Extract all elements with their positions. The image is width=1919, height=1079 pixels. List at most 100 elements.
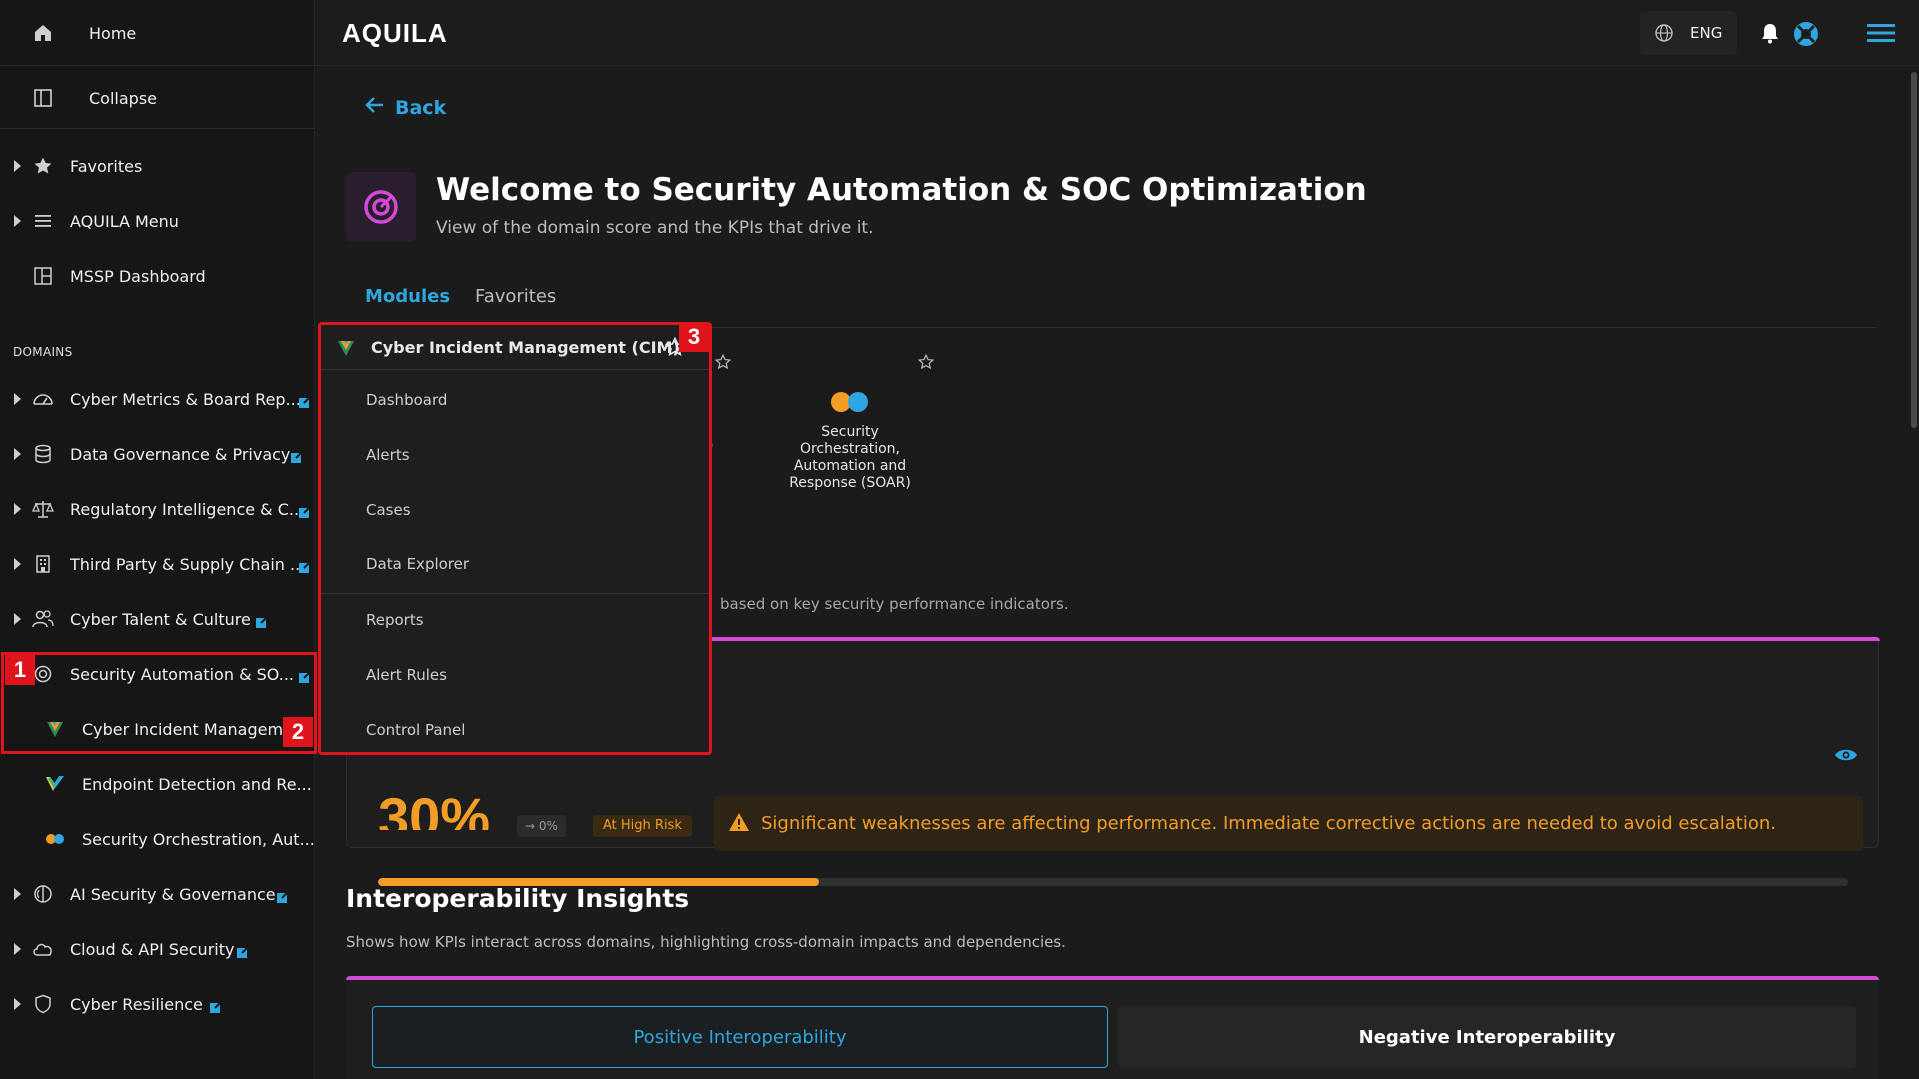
back-button[interactable]: Back: [365, 96, 446, 119]
shield-icon: [32, 993, 54, 1015]
database-icon: [32, 443, 54, 465]
support-icon[interactable]: [1793, 21, 1819, 51]
chevron-right-icon: [14, 160, 21, 172]
sidebar-item-aquila-menu[interactable]: AQUILA Menu: [0, 201, 315, 241]
negative-interoperability-tab[interactable]: Negative Interoperability: [1118, 1006, 1856, 1068]
page-subtitle: View of the domain score and the KPIs th…: [436, 218, 874, 238]
sidebar-item-label: Cloud & API Security: [70, 939, 235, 959]
flyout-item-alert-rules[interactable]: Alert Rules: [366, 666, 447, 684]
highlight-box: [1, 652, 317, 754]
external-link-icon[interactable]: [277, 888, 290, 903]
people-icon: [32, 608, 54, 630]
back-label: Back: [395, 96, 447, 119]
flyout-item-dashboard[interactable]: Dashboard: [366, 391, 447, 409]
sidebar-item-label: AI Security & Governance: [70, 884, 276, 904]
flyout-item-data-explorer[interactable]: Data Explorer: [366, 555, 469, 573]
sidebar-item-favorites[interactable]: Favorites: [0, 146, 315, 186]
external-link-icon[interactable]: [299, 558, 312, 573]
sidebar-domain-regulatory[interactable]: Regulatory Intelligence & C...: [0, 489, 315, 529]
gauge-icon: [32, 388, 54, 410]
sidebar-item-label: Endpoint Detection and Re...: [82, 774, 312, 794]
flyout-item-control-panel[interactable]: Control Panel: [366, 721, 465, 739]
external-link-icon[interactable]: [237, 943, 250, 958]
sidebar-item-label: MSSP Dashboard: [70, 266, 206, 286]
external-link-icon[interactable]: [256, 613, 269, 628]
sidebar: Home Collapse Favorites AQUILA Menu MSSP…: [0, 0, 315, 1079]
sidebar-domain-data-governance[interactable]: Data Governance & Privacy: [0, 434, 315, 474]
sidebar-item-label: Cyber Metrics & Board Rep...: [70, 389, 301, 409]
scrollbar-thumb[interactable]: [1911, 72, 1917, 428]
sidebar-domain-cyber-resilience[interactable]: Cyber Resilience: [0, 984, 315, 1024]
flyout-item-cases[interactable]: Cases: [366, 501, 411, 519]
cim-module-icon: [337, 339, 355, 361]
sidebar-item-mssp-dashboard[interactable]: MSSP Dashboard: [0, 256, 315, 296]
divider: [0, 128, 315, 129]
chevron-right-icon: [14, 943, 21, 955]
collapse-label: Collapse: [89, 88, 157, 108]
module-card-soar[interactable]: Security Orchestration, Automation and R…: [775, 382, 925, 492]
favorite-star-icon[interactable]: [917, 353, 935, 374]
language-label: ENG: [1690, 24, 1723, 42]
target-icon: [346, 172, 416, 242]
chevron-right-icon: [14, 888, 21, 900]
tab-modules[interactable]: Modules: [365, 286, 450, 307]
chevron-right-icon: [14, 558, 21, 570]
collapse-icon: [32, 87, 54, 109]
bell-icon[interactable]: [1760, 22, 1780, 48]
interoperability-title: Interoperability Insights: [346, 884, 690, 913]
app-logo[interactable]: AQUILA: [342, 18, 448, 49]
score-value: 30%: [378, 790, 491, 830]
sidebar-module-soar[interactable]: Security Orchestration, Aut...: [0, 819, 315, 859]
sidebar-item-label: Cyber Talent & Culture: [70, 609, 251, 629]
sidebar-module-edr[interactable]: Endpoint Detection and Re...: [0, 764, 315, 804]
risk-badge: At High Risk: [593, 815, 692, 837]
step-marker-2: 2: [283, 717, 313, 747]
external-link-icon[interactable]: [210, 998, 223, 1013]
sidebar-item-label: Favorites: [70, 156, 143, 176]
sidebar-item-label: Home: [89, 23, 137, 43]
score-delta: → 0%: [517, 815, 566, 837]
chevron-right-icon: [14, 448, 21, 460]
scales-icon: [32, 498, 54, 520]
topbar: AQUILA ENG: [315, 0, 1919, 66]
sidebar-domain-cyber-metrics[interactable]: Cyber Metrics & Board Rep...: [0, 379, 315, 419]
favorite-star-icon[interactable]: [714, 353, 732, 374]
divider: [0, 65, 315, 66]
flyout-item-alerts[interactable]: Alerts: [366, 446, 410, 464]
dashboard-icon: [32, 265, 54, 287]
sidebar-domain-third-party[interactable]: Third Party & Supply Chain ...: [0, 544, 315, 584]
warning-icon: [728, 812, 750, 836]
chevron-right-icon: [14, 393, 21, 405]
sidebar-item-label: Security Orchestration, Aut...: [82, 829, 315, 849]
building-icon: [32, 553, 54, 575]
external-link-icon[interactable]: [291, 448, 304, 463]
positive-interoperability-tab[interactable]: Positive Interoperability: [372, 1006, 1108, 1068]
sidebar-domain-cloud-api[interactable]: Cloud & API Security: [0, 929, 315, 969]
chevron-right-icon: [14, 215, 21, 227]
flyout-item-reports[interactable]: Reports: [366, 611, 424, 629]
language-selector[interactable]: ENG: [1640, 11, 1737, 55]
module-label: Security Orchestration, Automation and R…: [789, 424, 911, 491]
flyout-divider: [321, 593, 709, 594]
flyout-header: Cyber Incident Management (CIM): [321, 325, 709, 370]
warning-banner: Significant weaknesses are affecting per…: [714, 796, 1863, 851]
interoperability-card: Positive Interoperability Negative Inter…: [346, 976, 1879, 1079]
eye-icon[interactable]: [1834, 747, 1858, 767]
page-title: Welcome to Security Automation & SOC Opt…: [436, 172, 1367, 208]
edr-module-icon: [44, 773, 66, 795]
step-marker-3: 3: [679, 322, 709, 352]
home-icon: [32, 22, 54, 44]
score-description: based on key security performance indica…: [720, 595, 1069, 613]
external-link-icon[interactable]: [299, 503, 312, 518]
sidebar-item-home[interactable]: Home: [0, 13, 315, 53]
sidebar-item-label: Data Governance & Privacy: [70, 444, 291, 464]
hamburger-menu-icon[interactable]: [1867, 22, 1895, 48]
sidebar-domain-ai-security[interactable]: AI Security & Governance: [0, 874, 315, 914]
chevron-right-icon: [14, 503, 21, 515]
soar-module-icon: [775, 382, 925, 422]
tab-favorites[interactable]: Favorites: [475, 286, 556, 307]
external-link-icon[interactable]: [299, 393, 312, 408]
sidebar-item-label: Third Party & Supply Chain ...: [70, 554, 306, 574]
collapse-button[interactable]: Collapse: [0, 78, 315, 118]
sidebar-domain-cyber-talent[interactable]: Cyber Talent & Culture: [0, 599, 315, 639]
